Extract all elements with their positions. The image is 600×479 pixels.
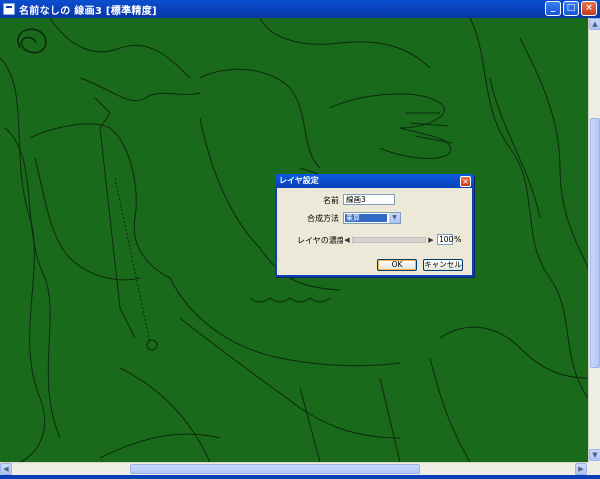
dialog-title[interactable]: レイヤ設定	[275, 174, 474, 188]
line-skirt-1	[169, 277, 401, 367]
slider-left-arrow-icon[interactable]: ◀	[343, 235, 351, 245]
ok-button[interactable]: OK	[377, 259, 417, 271]
line-ribbon	[439, 326, 588, 379]
line-collar	[79, 77, 201, 102]
layer-settings-dialog: レイヤ設定 × 名前 線画3 合成方法 乗算 ▼ レイヤの濃度 ◀ ▶ 100 …	[275, 174, 474, 277]
horizontal-scroll-thumb[interactable]	[130, 464, 420, 474]
scroll-right-arrow-icon[interactable]: ▶	[575, 463, 587, 475]
opacity-slider-fill	[353, 238, 425, 242]
line-hand	[329, 93, 452, 159]
line-chain	[114, 177, 151, 344]
opacity-value-input[interactable]: 100	[437, 234, 453, 245]
vertical-scroll-thumb[interactable]	[590, 118, 600, 368]
window-titlebar[interactable]: 名前なしの 線画3 [標準精度] _ □ ×	[0, 0, 600, 18]
line-leg	[299, 357, 471, 462]
dialog-close-button[interactable]: ×	[460, 176, 471, 187]
slider-right-arrow-icon[interactable]: ▶	[427, 235, 435, 245]
window-controls: _ □ ×	[545, 1, 597, 16]
line-sleeve	[29, 123, 171, 279]
line-hair-right-2	[519, 37, 588, 269]
line-top-center	[259, 18, 431, 69]
blend-mode-value: 乗算	[345, 214, 387, 222]
line-skirt-3	[119, 367, 211, 462]
line-skirt-2	[179, 317, 401, 439]
horizontal-scrollbar[interactable]: ◀ ▶	[0, 462, 588, 475]
line-fingers	[405, 112, 453, 144]
close-button[interactable]: ×	[581, 1, 597, 16]
line-hair-swirl	[17, 28, 47, 54]
blend-mode-label: 合成方法	[307, 214, 339, 223]
line-hair-right-3	[489, 77, 541, 219]
maximize-button[interactable]: □	[563, 1, 579, 16]
scroll-down-arrow-icon[interactable]: ▼	[589, 449, 600, 461]
minimize-button[interactable]: _	[545, 1, 561, 16]
opacity-label: レイヤの濃度	[297, 236, 345, 245]
opacity-slider-track[interactable]	[352, 237, 426, 243]
line-arm	[34, 157, 141, 281]
line-pendant	[146, 339, 158, 351]
window-frame-bottom	[0, 475, 600, 479]
app-icon	[3, 3, 15, 15]
line-shoulder-right	[199, 68, 321, 169]
opacity-slider[interactable]: ◀ ▶	[343, 235, 435, 245]
line-hair-flow	[49, 18, 191, 79]
vertical-scrollbar[interactable]: ▲ ▼	[588, 18, 600, 462]
scroll-left-arrow-icon[interactable]: ◀	[0, 463, 12, 475]
cancel-button[interactable]: キャンセル	[423, 259, 463, 271]
line-tie	[94, 97, 136, 339]
line-frill	[249, 297, 331, 303]
name-label: 名前	[323, 196, 339, 205]
window-title: 名前なしの 線画3 [標準精度]	[19, 5, 157, 17]
layer-name-input[interactable]: 線画3	[343, 194, 395, 205]
chevron-down-icon[interactable]: ▼	[389, 213, 400, 223]
opacity-unit: %	[454, 235, 462, 244]
blend-mode-select[interactable]: 乗算 ▼	[343, 212, 401, 224]
resize-grip[interactable]	[588, 462, 600, 475]
scroll-up-arrow-icon[interactable]: ▲	[589, 18, 600, 30]
line-hair-right	[469, 18, 588, 399]
